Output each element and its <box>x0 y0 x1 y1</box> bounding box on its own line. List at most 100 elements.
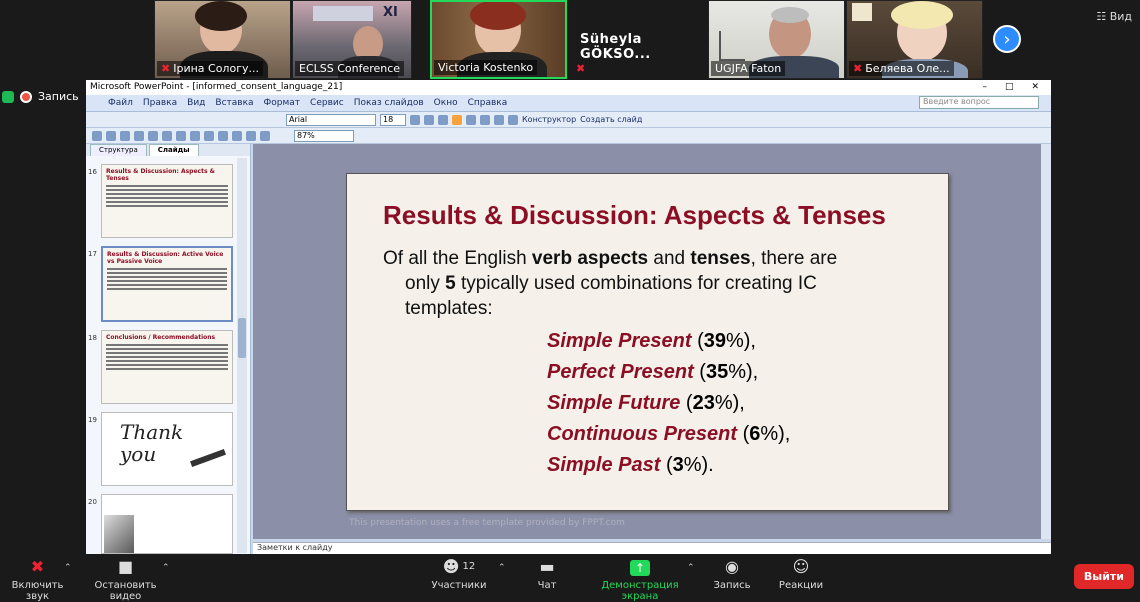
chat-icon: ▬ <box>539 557 555 576</box>
chevron-up-icon[interactable]: ⌃ <box>162 563 170 573</box>
undo-icon[interactable] <box>218 130 228 141</box>
menu-file[interactable]: Файл <box>108 98 133 108</box>
tense-item: Simple Future (23%), <box>547 388 790 419</box>
text-run: ( <box>691 330 704 352</box>
minimize-icon[interactable]: – <box>982 82 987 93</box>
slide-body-line-1: Of all the English verb aspects and tens… <box>383 246 913 271</box>
notes-pane[interactable]: Заметки к слайду <box>253 542 1051 554</box>
slide-body-line-3: templates: <box>405 298 493 319</box>
thumb-line <box>106 368 228 370</box>
new-slide-button[interactable]: Создать слайд <box>580 115 642 124</box>
cut-icon[interactable] <box>176 130 186 141</box>
thumb-number: 17 <box>88 250 97 258</box>
maximize-icon[interactable]: □ <box>1005 82 1014 93</box>
view-button[interactable]: ☷ Вид <box>1096 10 1132 23</box>
chevron-up-icon[interactable]: ⌃ <box>498 563 506 573</box>
reactions-label: Реакции <box>778 580 824 591</box>
shared-screen-powerpoint: Microsoft PowerPoint - [informed_consent… <box>86 80 1051 554</box>
tab-slides[interactable]: Слайды <box>148 144 199 156</box>
participant-tile-3[interactable]: Victoria Kostenko <box>430 0 567 79</box>
thumb-line <box>106 185 228 187</box>
participant-tile-4[interactable]: ✖ Süheyla GÖKSO... <box>570 0 707 79</box>
open-icon[interactable] <box>106 130 116 141</box>
paste-icon[interactable] <box>204 130 214 141</box>
chat-button[interactable]: ▬ Чат <box>530 556 564 591</box>
share-screen-button[interactable]: ↑ Демонстрация экрана <box>585 556 695 602</box>
participant-tile-1[interactable]: ✖ Ірина Сологу... <box>154 0 291 79</box>
align-right-icon[interactable] <box>480 114 490 125</box>
menu-slideshow[interactable]: Показ слайдов <box>354 98 424 108</box>
tense-percent: 3 <box>672 454 684 476</box>
slide-thumbnail-18[interactable]: Conclusions / Recommendations <box>101 330 233 404</box>
bold-icon[interactable] <box>410 114 420 125</box>
tense-name: Simple Future <box>547 392 681 414</box>
participants-label: Участники <box>431 580 487 591</box>
align-center-icon[interactable] <box>466 114 476 125</box>
tab-outline[interactable]: Структура <box>90 144 147 156</box>
ppt-menubar: Файл Правка Вид Вставка Формат Сервис По… <box>86 95 1051 112</box>
grid-icon: ☷ <box>1096 10 1110 23</box>
participant-tile-6[interactable]: ✖ Беляева Оле... <box>846 0 983 79</box>
panel-scrollbar[interactable] <box>237 158 247 553</box>
chevron-up-icon[interactable]: ⌃ <box>64 563 72 573</box>
slide-thumbnail-20[interactable] <box>101 494 233 554</box>
text-run: %), <box>725 330 756 352</box>
italic-icon[interactable] <box>424 114 434 125</box>
thumb-line <box>106 205 228 207</box>
participant-tile-2[interactable]: XI ECLSS Conference <box>292 0 412 79</box>
chevron-up-icon[interactable]: ⌃ <box>687 563 695 573</box>
thumb-line <box>106 364 228 366</box>
ask-question-input[interactable]: Введите вопрос <box>919 96 1039 109</box>
participant-name: Süheyla GÖKSO... <box>580 32 651 62</box>
text-run-bold: verb aspects <box>531 248 649 269</box>
slide-thumbnail-19[interactable]: Thank you <box>101 412 233 486</box>
font-name-box[interactable]: Arial <box>286 113 376 126</box>
list-icon[interactable] <box>494 114 504 125</box>
zoom-box[interactable]: 87% <box>294 129 354 142</box>
font-color-icon[interactable] <box>508 114 518 125</box>
close-icon[interactable]: ✕ <box>1031 82 1039 93</box>
canvas-scrollbar[interactable] <box>1041 144 1051 539</box>
slide-body: Of all the English verb aspects and tens… <box>383 246 913 321</box>
preview-icon[interactable] <box>148 130 158 141</box>
align-left-icon[interactable] <box>452 114 462 125</box>
recording-indicator[interactable]: Запись <box>2 90 79 103</box>
tense-name: Continuous Present <box>547 423 738 445</box>
chart-icon[interactable] <box>246 130 256 141</box>
slide-thumbnail-17[interactable]: Results & Discussion: Active Voice vs Pa… <box>101 246 233 322</box>
copy-icon[interactable] <box>190 130 200 141</box>
redo-icon[interactable] <box>232 130 242 141</box>
underline-icon[interactable] <box>438 114 448 125</box>
menu-insert[interactable]: Вставка <box>215 98 253 108</box>
slide-thumbnail-16[interactable]: Results & Discussion: Aspects & Tenses <box>101 164 233 238</box>
record-button[interactable]: ◉ Запись <box>710 556 754 591</box>
new-icon[interactable] <box>92 130 102 141</box>
menu-window[interactable]: Окно <box>434 98 458 108</box>
next-page-button[interactable]: › <box>993 25 1021 53</box>
scroll-thumb[interactable] <box>238 318 246 358</box>
font-size-box[interactable]: 18 <box>380 113 406 126</box>
menu-format[interactable]: Формат <box>264 98 301 108</box>
menu-tools[interactable]: Сервис <box>310 98 344 108</box>
slide-canvas: Results & Discussion: Aspects & Tenses O… <box>253 144 1041 539</box>
designer-button[interactable]: Конструктор <box>522 115 576 124</box>
participants-button[interactable]: ☻ 12 Участники <box>430 556 488 591</box>
menu-help[interactable]: Справка <box>468 98 508 108</box>
thumb-line <box>106 344 228 346</box>
save-icon[interactable] <box>120 130 130 141</box>
table-icon[interactable] <box>260 130 270 141</box>
spelling-icon[interactable] <box>162 130 172 141</box>
reactions-button[interactable]: ☺ Реакции <box>778 556 824 591</box>
thumb-title: Results & Discussion: Active Voice vs Pa… <box>107 251 224 265</box>
leave-button[interactable]: Выйти <box>1073 564 1134 589</box>
text-run: ( <box>693 361 706 383</box>
participant-tile-5[interactable]: UGJFA Faton <box>708 0 845 79</box>
stop-video-button[interactable]: ■ Остановить видео <box>78 556 173 602</box>
menu-view[interactable]: Вид <box>187 98 205 108</box>
text-run: Of all the English <box>383 248 532 269</box>
text-run: ( <box>680 392 693 414</box>
ppt-window-title: Microsoft PowerPoint - [informed_consent… <box>90 82 343 92</box>
print-icon[interactable] <box>134 130 144 141</box>
menu-edit[interactable]: Правка <box>143 98 177 108</box>
participant-name: Victoria Kostenko <box>434 60 538 75</box>
